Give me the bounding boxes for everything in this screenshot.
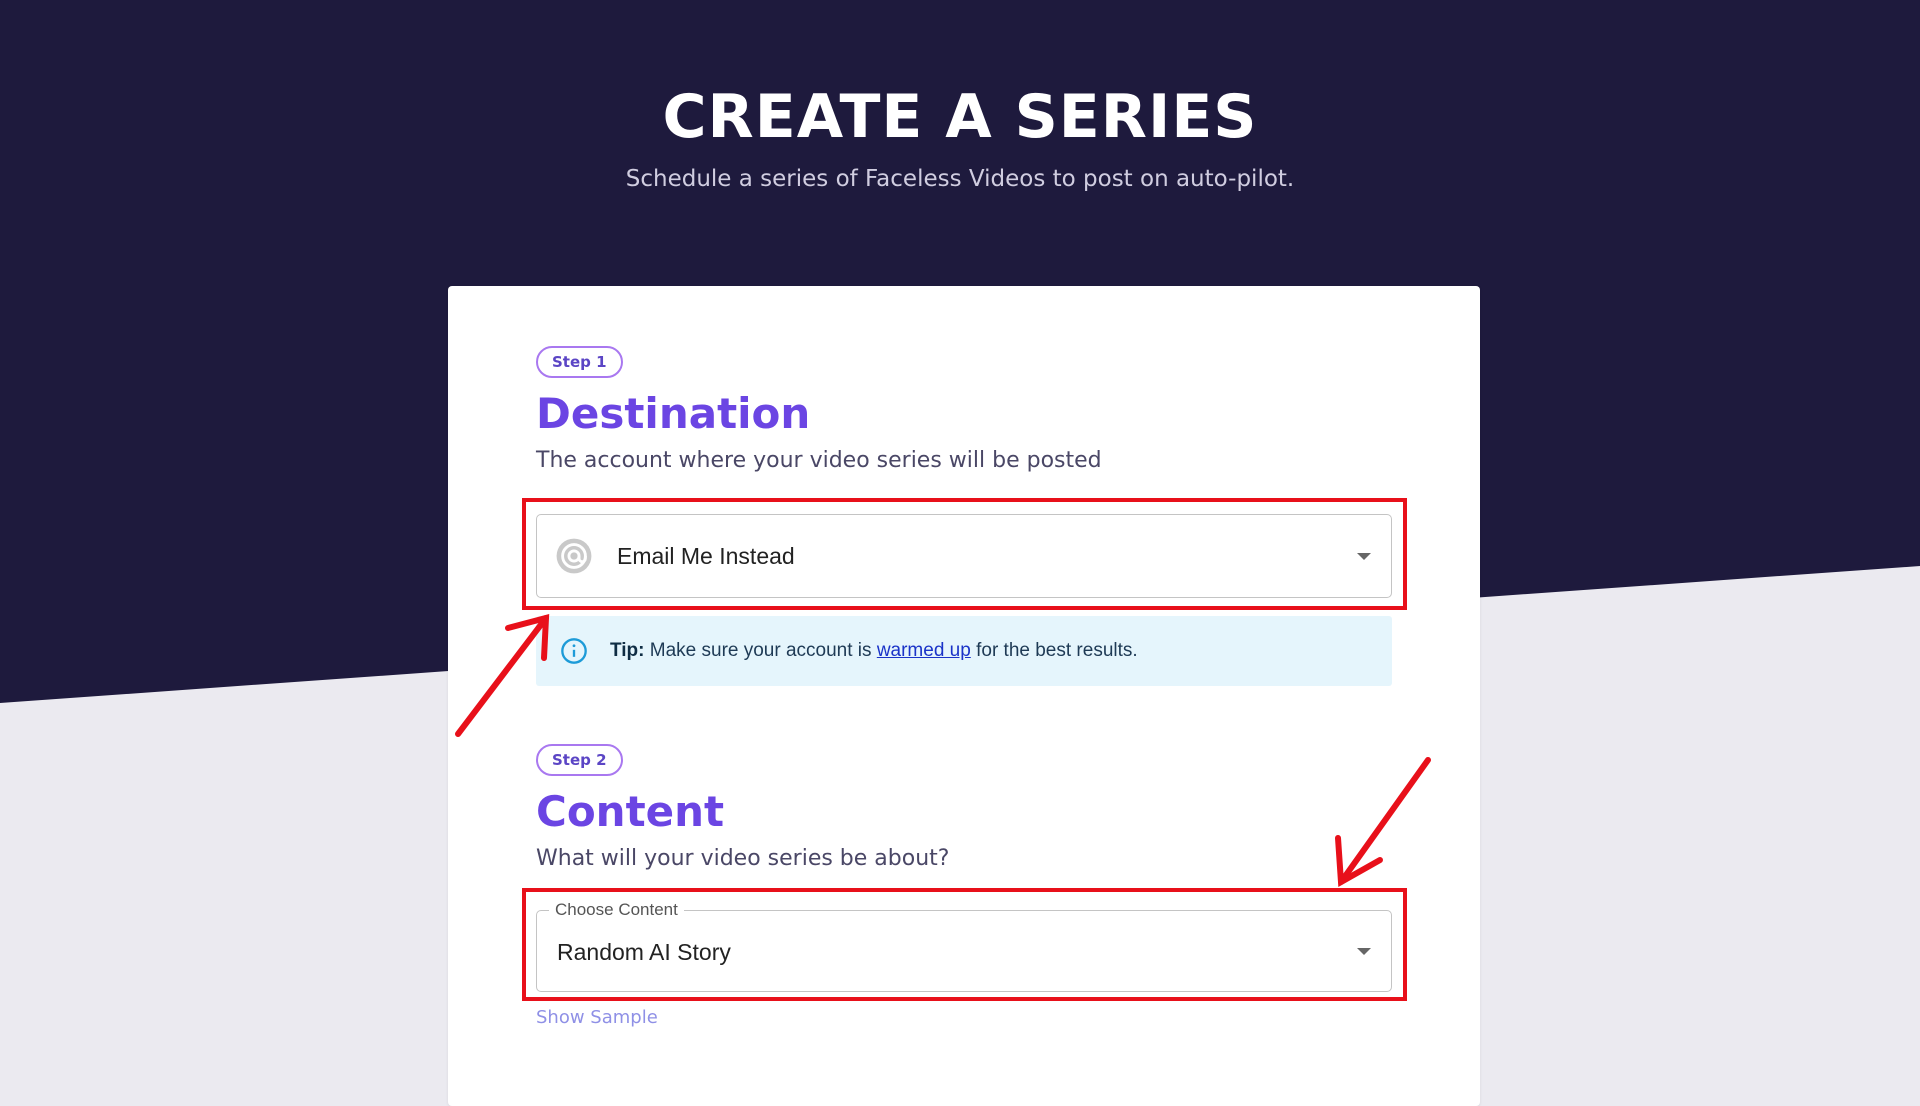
destination-title: Destination [536,389,811,438]
at-sign-icon [556,538,592,574]
destination-select[interactable]: Email Me Instead [536,514,1392,598]
tip-text-before: Make sure your account is [649,640,872,661]
destination-description: The account where your video series will… [536,448,1102,473]
page-subtitle: Schedule a series of Faceless Videos to … [625,166,1295,192]
step-1-badge: Step 1 [536,346,623,378]
chevron-down-icon[interactable] [1357,553,1371,560]
tip-text: Tip: Make sure your account is warmed up… [610,638,1138,664]
info-icon [561,638,587,664]
tip-text-after: for the best results. [976,640,1138,661]
show-sample-link[interactable]: Show Sample [536,1006,658,1030]
content-title: Content [536,787,725,836]
series-form-card: Step 1 Destination The account where you… [448,286,1480,1106]
tip-label: Tip: [610,640,645,661]
destination-select-value: Email Me Instead [617,543,795,569]
page-title: CREATE A SERIES [662,82,1258,152]
content-select[interactable]: Choose Content Random AI Story [536,900,1392,992]
tip-banner: Tip: Make sure your account is warmed up… [536,616,1392,686]
step-2-badge: Step 2 [536,744,623,776]
warmed-up-link[interactable]: warmed up [877,640,971,661]
content-description: What will your video series be about? [536,846,950,871]
content-select-label: Choose Content [549,900,684,920]
content-select-value: Random AI Story [557,939,731,965]
chevron-down-icon[interactable] [1357,948,1371,955]
